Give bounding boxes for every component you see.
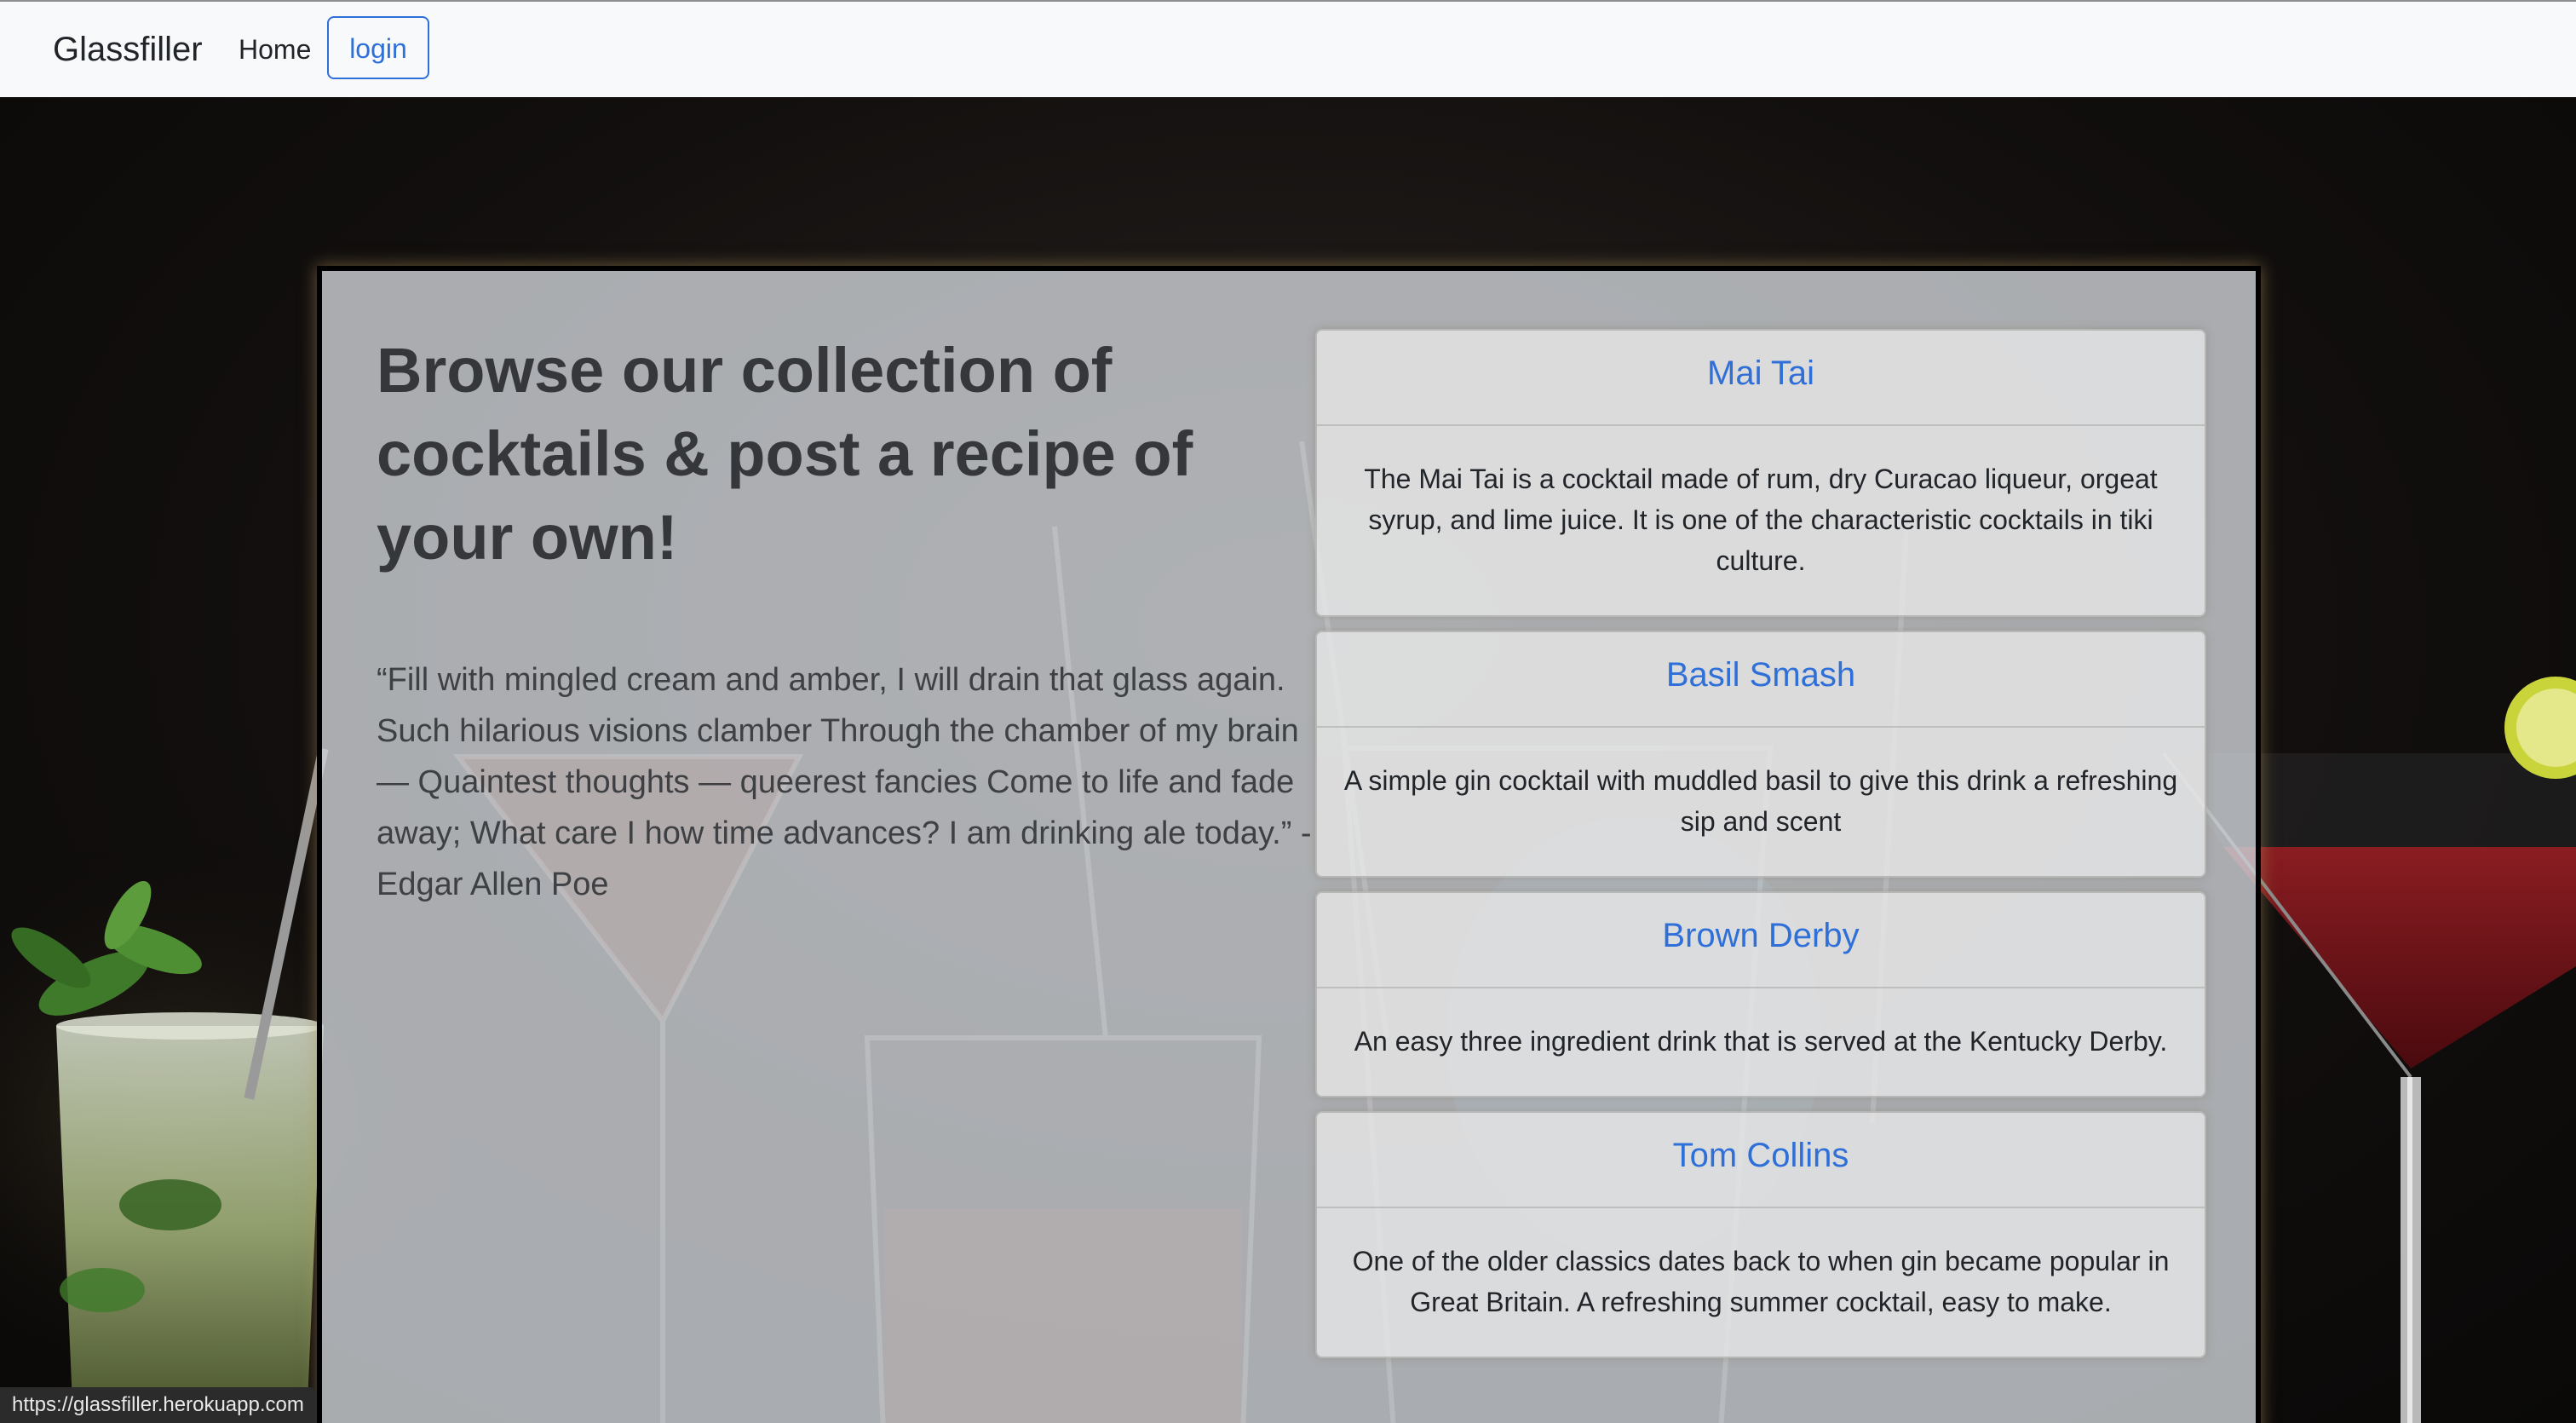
nav-home-link[interactable]: Home bbox=[239, 31, 311, 68]
cocktail-name-link[interactable]: Mai Tai bbox=[1317, 331, 2205, 426]
cocktail-description: One of the older classics dates back to … bbox=[1352, 1246, 2170, 1317]
poe-quote: “Fill with mingled cream and amber, I wi… bbox=[377, 662, 1312, 902]
link-hover-status-url: https://glassfiller.herokuapp.com bbox=[0, 1387, 316, 1423]
cocktail-name-link[interactable]: Basil Smash bbox=[1317, 632, 2205, 728]
login-button[interactable]: login bbox=[327, 16, 429, 79]
cocktail-card: Tom Collins One of the older classics da… bbox=[1315, 1111, 2206, 1358]
cocktail-name-link[interactable]: Tom Collins bbox=[1317, 1113, 2205, 1208]
cocktail-card: Basil Smash A simple gin cocktail with m… bbox=[1315, 631, 2206, 878]
cocktail-card: Brown Derby An easy three ingredient dri… bbox=[1315, 891, 2206, 1097]
brand-link[interactable]: Glassfiller bbox=[53, 27, 203, 72]
page-headline: Browse our collection of cocktails & pos… bbox=[377, 335, 1193, 573]
background-cocktail-photo: Browse our collection of cocktails & pos… bbox=[0, 97, 2576, 1423]
cocktail-description: A simple gin cocktail with muddled basil… bbox=[1343, 765, 2178, 837]
cocktail-card-list: Mai Tai The Mai Tai is a cocktail made o… bbox=[1315, 329, 2206, 1372]
hero-panel: Browse our collection of cocktails & pos… bbox=[317, 266, 2261, 1423]
navbar: Glassfiller Home login bbox=[0, 0, 2576, 97]
cocktail-description: An easy three ingredient drink that is s… bbox=[1354, 1026, 2168, 1057]
cocktail-name-link[interactable]: Brown Derby bbox=[1317, 893, 2205, 988]
cocktail-description: The Mai Tai is a cocktail made of rum, d… bbox=[1364, 464, 2158, 576]
cocktail-card: Mai Tai The Mai Tai is a cocktail made o… bbox=[1315, 329, 2206, 617]
